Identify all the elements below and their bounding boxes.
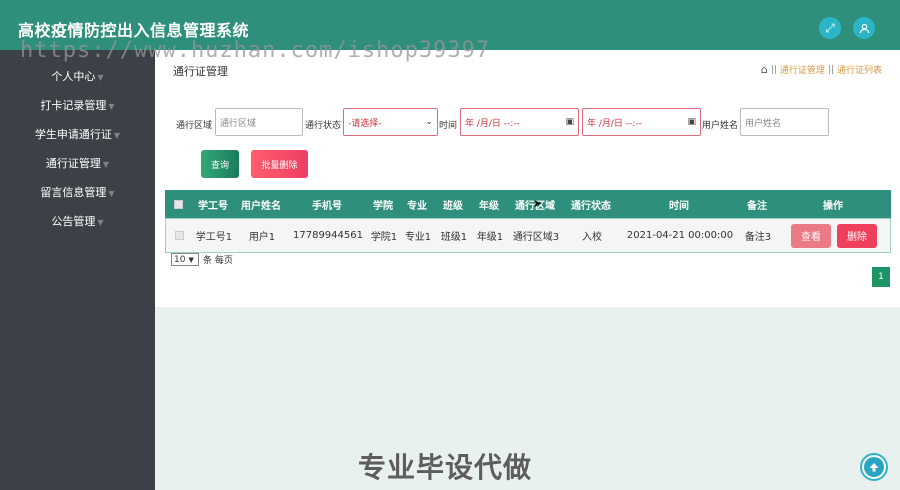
checkbox-box <box>174 231 184 240</box>
top-header: 高校疫情防控出入信息管理系统 ⤢ <box>0 0 900 50</box>
user-icon[interactable] <box>853 17 875 39</box>
col-header: 时间 <box>669 200 689 212</box>
table-cell: 入校 <box>582 232 602 243</box>
expand-icon[interactable]: ⤢ <box>819 17 841 39</box>
breadcrumb-item-pass-management[interactable]: 通行证管理 <box>780 63 825 76</box>
table-cell: 用户1 <box>248 232 276 243</box>
page-size-suffix: 条 每页 <box>203 256 233 266</box>
back-to-top-button[interactable] <box>860 453 888 481</box>
status-select[interactable]: -请选择- ⌄ <box>343 108 438 136</box>
col-header: 备注 <box>747 200 767 212</box>
promo-text: 专业毕设代做 <box>358 451 533 484</box>
sidebar-item-messages[interactable]: 留言信息管理 ▼ <box>0 178 155 207</box>
sidebar-item-label: 公告管理 <box>51 215 96 228</box>
col-header: 用户姓名 <box>241 200 281 212</box>
status-label: 通行状态 <box>305 121 342 131</box>
sidebar-item-label: 学生申请通行证 <box>34 128 112 141</box>
chevron-down-icon: ▼ <box>102 160 110 169</box>
pass-table: 学工号 用户姓名 手机号 学院 专业 班级 年级 通行区域 通行状态 时间 备注… <box>165 190 891 253</box>
table-row: 学工号1 用户1 17789944561 学院1 专业1 班级1 年级1 通行区… <box>165 218 891 253</box>
table-cell: 2021-04-21 00:00:00 <box>626 230 734 241</box>
col-header: 手机号 <box>312 200 342 212</box>
app-title: 高校疫情防控出入信息管理系统 <box>18 21 250 40</box>
username-label: 用户姓名 <box>702 121 739 131</box>
col-header: 操作 <box>823 200 843 212</box>
table-cell: 班级1 <box>440 232 468 243</box>
breadcrumb-item-pass-list[interactable]: 通行证列表 <box>837 63 882 76</box>
area-input[interactable]: 通行区域 <box>215 108 303 136</box>
table-cell: 17789944561 <box>293 230 363 241</box>
col-header: 专业 <box>407 200 427 212</box>
table-cell: 备注3 <box>744 232 772 243</box>
breadcrumb-separator: || <box>827 64 834 75</box>
sidebar-item-label: 通行证管理 <box>45 157 101 170</box>
col-header: 学工号 <box>198 200 228 212</box>
end-datetime-input[interactable]: 年 /月/日 --:-- ▣ <box>582 108 701 136</box>
sidebar-item-label: 留言信息管理 <box>40 186 107 199</box>
chevron-down-icon: ▼ <box>188 255 194 264</box>
sidebar-item-student-pass-apply[interactable]: 学生申请通行证 ▼ <box>0 120 155 149</box>
batch-delete-button[interactable]: 批量删除 <box>251 150 308 178</box>
col-header: 学院 <box>373 200 393 212</box>
home-icon[interactable]: ⌂ <box>761 63 768 76</box>
col-header: 通行状态 <box>571 200 611 212</box>
status-selected-value: -请选择- <box>348 118 382 129</box>
start-datetime-input[interactable]: 年 /月/日 --:-- ▣ <box>460 108 579 136</box>
sidebar-item-pass-management[interactable]: 通行证管理 ▼ <box>0 149 155 178</box>
breadcrumb: ⌂ || 通行证管理 || 通行证列表 <box>761 63 882 76</box>
col-header: 年级 <box>479 200 499 212</box>
chevron-down-icon: ▼ <box>108 189 115 198</box>
page-title: 通行证管理 <box>173 65 228 78</box>
mouse-cursor-icon: ➤ <box>533 197 543 210</box>
sidebar-item-label: 个人中心 <box>51 70 96 83</box>
username-placeholder: 用户姓名 <box>745 118 782 129</box>
chevron-down-icon: ▼ <box>113 131 121 140</box>
sidebar-item-personal-center[interactable]: 个人中心 ▼ <box>0 62 155 91</box>
checkbox-box <box>173 199 183 209</box>
page-number-button[interactable]: 1 <box>872 267 890 287</box>
content-panel: 通行证管理 ⌂ || 通行证管理 || 通行证列表 通行区域 通行区域 通行状态… <box>155 50 900 307</box>
table-cell: 学工号1 <box>195 232 233 243</box>
sidebar-item-checkin-records[interactable]: 打卡记录管理 ▼ <box>0 91 155 120</box>
query-button[interactable]: 查询 <box>201 150 239 178</box>
chevron-down-icon: ▼ <box>108 102 115 111</box>
table-header: 学工号 用户姓名 手机号 学院 专业 班级 年级 通行区域 通行状态 时间 备注… <box>165 190 891 218</box>
table-cell: 学院1 <box>370 232 398 243</box>
chevron-down-icon: ▼ <box>97 218 104 227</box>
arrow-up-icon <box>864 457 884 477</box>
page-size-select[interactable]: 10 ▼ <box>171 253 199 266</box>
sidebar: 个人中心 ▼ 打卡记录管理 ▼ 学生申请通行证 ▼ 通行证管理 ▼ 留言信息管理 ▼ 公告… <box>0 50 155 490</box>
page-size-value: 10 <box>174 254 186 265</box>
calendar-icon[interactable]: ▣ <box>565 117 574 127</box>
time-label: 时间 <box>439 121 458 131</box>
col-header: 班级 <box>443 200 463 212</box>
select-all-checkbox[interactable] <box>165 190 191 218</box>
sidebar-item-announcements[interactable]: 公告管理 ▼ <box>0 207 155 236</box>
start-datetime-value: 年 /月/日 --:-- <box>465 118 520 129</box>
sidebar-item-label: 打卡记录管理 <box>40 99 107 112</box>
view-button[interactable]: 查看 <box>791 223 831 248</box>
area-placeholder: 通行区域 <box>220 118 257 129</box>
username-input[interactable]: 用户姓名 <box>740 108 829 136</box>
chevron-down-icon: ⌄ <box>425 117 433 127</box>
chevron-down-icon: ▼ <box>97 73 104 82</box>
delete-button[interactable]: 删除 <box>837 223 877 248</box>
row-checkbox[interactable] <box>166 219 192 252</box>
page-size-control: 10 ▼ 条 每页 <box>171 253 233 266</box>
area-label: 通行区域 <box>176 121 213 131</box>
row-actions: 查看 删除 <box>776 219 892 252</box>
table-cell: 通行区域3 <box>512 232 560 243</box>
table-cell: 专业1 <box>404 232 432 243</box>
table-cell: 年级1 <box>476 232 504 243</box>
breadcrumb-separator: || <box>770 64 777 75</box>
end-datetime-value: 年 /月/日 --:-- <box>587 118 642 129</box>
calendar-icon[interactable]: ▣ <box>687 117 696 127</box>
